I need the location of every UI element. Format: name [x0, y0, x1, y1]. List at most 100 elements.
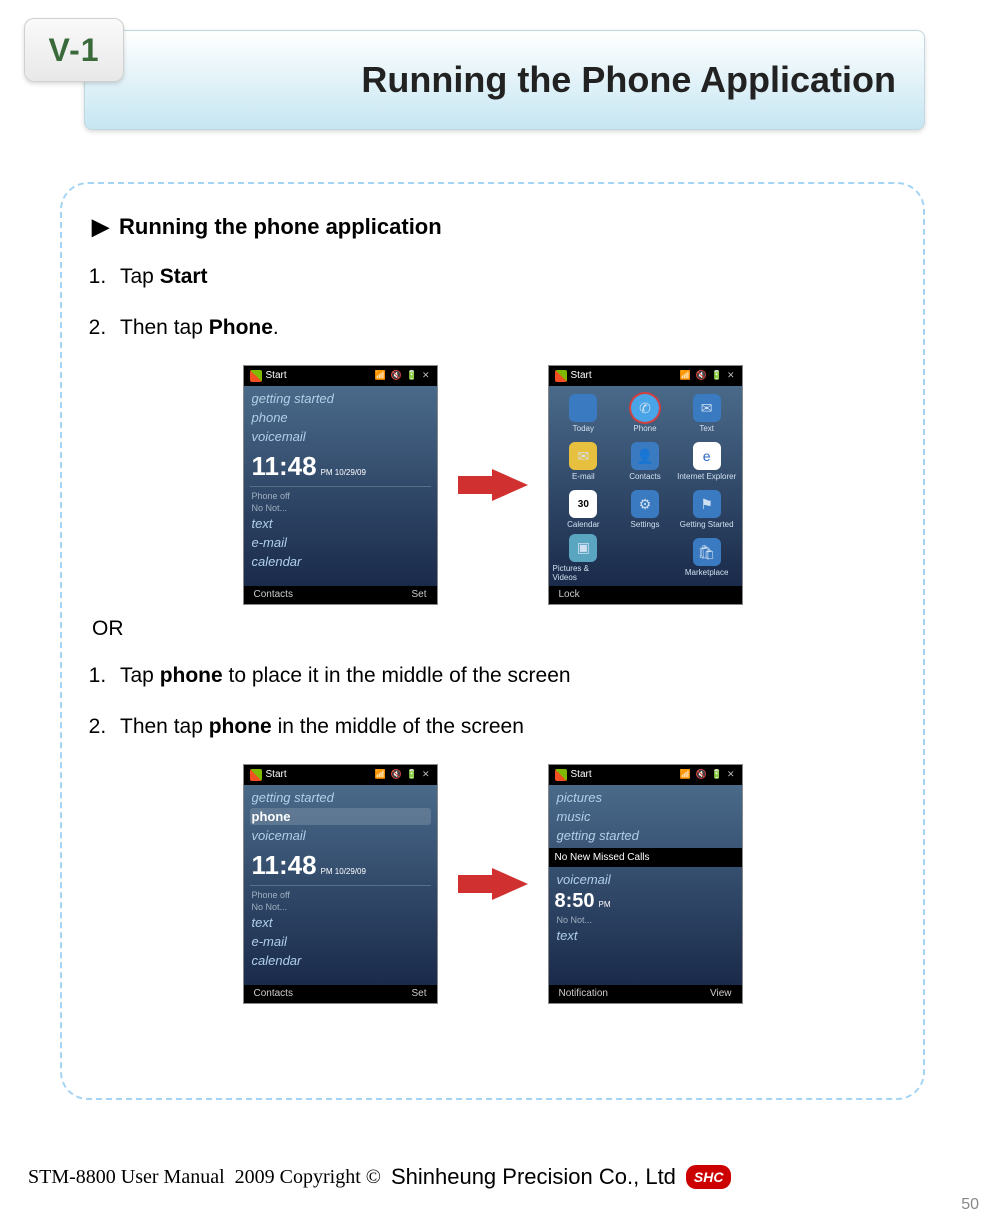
step-item: Tap phone to place it in the middle of t…	[112, 661, 893, 690]
text-icon: ✉	[693, 394, 721, 422]
list-item: text	[250, 515, 431, 532]
phone-off-label: Phone off	[250, 890, 431, 900]
windows-icon	[250, 769, 262, 781]
list-item: voicemail	[250, 827, 431, 844]
device-body: getting started phone voicemail 11:48 PM…	[244, 386, 437, 586]
internet-explorer-icon: e	[693, 442, 721, 470]
clock-sub: PM 10/29/09	[321, 868, 366, 877]
app-cell: 30Calendar	[553, 486, 615, 534]
device-softkey-bar: Contacts Set	[244, 586, 437, 604]
start-label: Start	[266, 769, 287, 780]
contacts-icon: 👤	[631, 442, 659, 470]
phone-off-label: Phone off	[250, 491, 431, 501]
status-icons: 📶 🔇 🔋 ✕	[375, 769, 431, 780]
triangle-icon: ▶	[92, 214, 109, 239]
app-cell: e Internet Explorer	[676, 438, 738, 486]
list-item: getting started	[250, 789, 431, 806]
device-softkey-bar: Contacts Set	[244, 985, 437, 1003]
page-footer: STM-8800 User Manual 2009 Copyright © Sh…	[28, 1164, 965, 1190]
marketplace-icon: 🛍	[693, 538, 721, 566]
softkey-right: View	[710, 988, 732, 999]
page-number: 50	[961, 1196, 979, 1214]
footer-company: Shinheung Precision Co., Ltd	[391, 1164, 676, 1190]
app-grid: Today✆Phone ✉ Text ✉ E-mail 👤 Contacts e Interne…	[549, 386, 742, 586]
softkey-right: Set	[411, 988, 426, 999]
app-label: Internet Explorer	[677, 472, 736, 481]
app-label: Text	[699, 424, 714, 433]
pictures-videos-icon: ▣	[569, 534, 597, 562]
clock-sub: PM	[599, 900, 611, 909]
device-body: getting started phone voicemail 11:48 PM…	[244, 785, 437, 985]
app-cell: Today	[553, 390, 615, 438]
softkey-left: Notification	[559, 988, 608, 999]
section-number-tab: V-1	[24, 18, 124, 82]
clock-sub: PM 10/29/09	[321, 469, 366, 478]
e-mail-icon: ✉	[569, 442, 597, 470]
device-softkey-bar: Notification View	[549, 985, 742, 1003]
status-icons: 📶 🔇 🔋 ✕	[375, 370, 431, 381]
steps-list-b: Tap phone to place it in the middle of t…	[112, 661, 893, 742]
clock-time: 8:50	[555, 890, 595, 913]
no-notifications: No Not...	[555, 915, 736, 925]
clock-row: 11:48 PM 10/29/09	[250, 846, 431, 886]
clock-row: 11:48 PM 10/29/09	[250, 447, 431, 487]
page-title: Running the Phone Application	[361, 59, 896, 101]
screenshot-row-1: Start 📶 🔇 🔋 ✕ getting started phone voic…	[92, 365, 893, 605]
app-cell: ✉ Text	[676, 390, 738, 438]
list-item: getting started	[555, 827, 736, 844]
steps-list-a: Tap Start Then tap Phone.	[112, 262, 893, 343]
softkey-left: Contacts	[254, 988, 293, 999]
content-box: ▶ Running the phone application Tap Star…	[60, 182, 925, 1100]
footer-copyright: 2009 Copyright ©	[235, 1166, 381, 1189]
step-item: Then tap phone in the middle of the scre…	[112, 712, 893, 741]
list-item: voicemail	[555, 871, 736, 888]
app-label: Phone	[633, 424, 656, 433]
device-body: pictures music getting started No New Mi…	[549, 785, 742, 985]
windows-icon	[250, 370, 262, 382]
title-bar: Running the Phone Application	[84, 30, 925, 130]
list-item: calendar	[250, 952, 431, 969]
clock-time: 11:48	[252, 451, 317, 482]
step-item: Tap Start	[112, 262, 893, 291]
windows-icon	[555, 370, 567, 382]
getting-started-icon: ⚑	[693, 490, 721, 518]
start-label: Start	[571, 769, 592, 780]
list-item: music	[555, 808, 736, 825]
screenshot-row-2: Start 📶 🔇 🔋 ✕ getting started phone voic…	[92, 764, 893, 1004]
device-home-screen: Start 📶 🔇 🔋 ✕ getting started phone voic…	[243, 365, 438, 605]
app-cell	[614, 534, 676, 582]
or-separator: OR	[92, 617, 893, 641]
app-cell: ⚙Settings	[614, 486, 676, 534]
app-cell: ⚑ Getting Started	[676, 486, 738, 534]
app-label: E-mail	[572, 472, 595, 481]
shc-logo: SHC	[686, 1165, 732, 1189]
device-status-bar: Start 📶 🔇 🔋 ✕	[549, 366, 742, 386]
list-item: phone	[250, 409, 431, 426]
device-status-bar: Start 📶 🔇 🔋 ✕	[549, 765, 742, 785]
device-phone-centered: Start 📶 🔇 🔋 ✕ pictures music getting sta…	[548, 764, 743, 1004]
list-item-selected: phone	[250, 808, 431, 825]
sub-heading-text: Running the phone application	[119, 214, 442, 239]
arrow-icon	[458, 469, 528, 501]
app-label: Contacts	[629, 472, 661, 481]
device-start-menu: Start 📶 🔇 🔋 ✕ Today✆Phone ✉ Text ✉ E-mail 👤 Co…	[548, 365, 743, 605]
arrow-icon	[458, 868, 528, 900]
clock-time: 11:48	[252, 850, 317, 881]
list-item: text	[250, 914, 431, 931]
list-item: calendar	[250, 553, 431, 570]
list-item: e-mail	[250, 534, 431, 551]
device-home-phone-selected: Start 📶 🔇 🔋 ✕ getting started phone voic…	[243, 764, 438, 1004]
status-icons: 📶 🔇 🔋 ✕	[680, 769, 736, 780]
device-status-bar: Start 📶 🔇 🔋 ✕	[244, 366, 437, 386]
step-item: Then tap Phone.	[112, 313, 893, 342]
app-label: Getting Started	[680, 520, 734, 529]
softkey-right: Set	[411, 589, 426, 600]
list-item: voicemail	[250, 428, 431, 445]
no-notifications: No Not...	[250, 902, 431, 912]
list-item: pictures	[555, 789, 736, 806]
app-cell: ✆Phone	[614, 390, 676, 438]
app-cell: ✉ E-mail	[553, 438, 615, 486]
app-label: Settings	[631, 520, 660, 529]
list-item: text	[555, 927, 736, 944]
app-label: Calendar	[567, 520, 599, 529]
